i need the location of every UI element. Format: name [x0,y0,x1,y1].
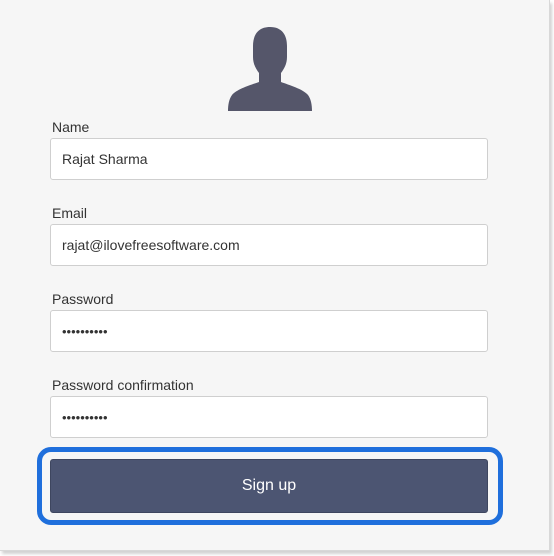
password-label: Password [52,291,114,307]
password-confirmation-label: Password confirmation [52,377,194,393]
email-input[interactable] [50,224,488,266]
password-confirmation-input[interactable] [50,396,488,438]
name-input[interactable] [50,138,488,180]
signup-form-panel: Name Email Password Password confirmatio… [0,0,550,551]
signup-button[interactable]: Sign up [50,459,488,513]
email-label: Email [52,205,88,221]
password-input[interactable] [50,310,488,352]
name-label: Name [52,119,90,135]
user-silhouette-icon [228,27,312,111]
